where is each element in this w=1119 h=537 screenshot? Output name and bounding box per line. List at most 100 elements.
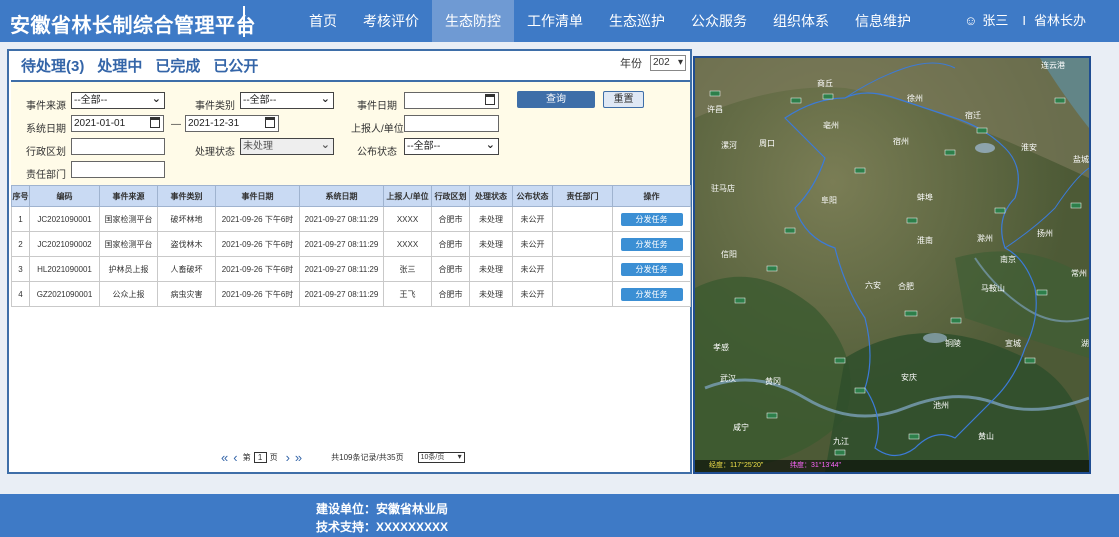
table-cell-action: 分发任务 — [612, 256, 691, 282]
publish-status-select[interactable]: --全部-- ⌄ — [404, 138, 499, 155]
first-page-icon[interactable]: « — [221, 451, 228, 464]
map-city-label: 宿迁 — [965, 110, 981, 120]
user-area[interactable]: ☺ 张三 I 省林长办 — [964, 0, 1086, 42]
table-cell: JC2021090001 — [29, 206, 100, 232]
page-number-input[interactable]: 1 — [253, 452, 267, 463]
table-cell — [552, 206, 613, 232]
pagination: « ‹ 第 1 页 › » 共109条记录/共35页 10条/页 ▾ — [221, 451, 465, 464]
table-cell: 未公开 — [512, 206, 553, 232]
table-cell: 2021-09-27 08:11:29 — [299, 206, 384, 232]
dispatch-task-button[interactable]: 分发任务 — [620, 287, 683, 301]
page-suffix: 页 — [269, 453, 278, 462]
nav-item-eco-control[interactable]: 生态防控 — [432, 0, 514, 42]
event-type-label: 事件类别 — [195, 101, 235, 112]
map-city-label: 咸宁 — [733, 422, 749, 432]
nav-item-eco-patrol[interactable]: 生态巡护 — [596, 0, 678, 42]
table-cell: 3 — [11, 256, 30, 282]
system-date-end-value: 2021-12-31 — [188, 118, 240, 129]
satellite-map[interactable]: 连云港 商丘 徐州 宿迁 淮安 亳州 宿州 周口 许昌 漯河 盐城 蚌埠 驻马店… — [693, 56, 1091, 474]
table-cell: 未处理 — [469, 206, 513, 232]
table-cell: 未处理 — [469, 281, 513, 307]
year-select[interactable]: 202 ▾ — [650, 55, 686, 71]
chevron-down-icon: ⌄ — [151, 93, 161, 105]
map-city-label: 合肥 — [898, 281, 914, 291]
map-city-label: 湖州 — [1081, 339, 1089, 348]
col-header: 编码 — [29, 185, 100, 207]
nav-item-assessment[interactable]: 考核评价 — [350, 0, 432, 42]
table-cell: 未公开 — [512, 281, 553, 307]
region-input[interactable] — [71, 138, 165, 155]
filter-form: 事件来源 --全部-- ⌄ 事件类别 --全部-- ⌄ 事件日期 查询 重置 系统日… — [11, 80, 690, 185]
chevron-down-icon: ⌄ — [485, 139, 495, 151]
system-date-start-input[interactable]: 2021-01-01 — [71, 115, 164, 132]
table-cell-action: 分发任务 — [612, 206, 691, 232]
nav-item-work-list[interactable]: 工作清单 — [514, 0, 596, 42]
map-city-label: 孝感 — [713, 342, 729, 352]
event-source-select[interactable]: --全部-- ⌄ — [71, 92, 165, 109]
table-cell: 病虫灾害 — [157, 281, 216, 307]
reporter-label: 上报人/单位 — [351, 124, 404, 135]
map-city-label: 常州 — [1071, 269, 1087, 278]
calendar-icon[interactable] — [485, 94, 495, 105]
table-cell: 盗伐林木 — [157, 231, 216, 257]
tab-processing[interactable]: 处理中 — [97, 55, 142, 76]
map-city-label: 黄冈 — [765, 376, 781, 386]
col-header: 上报人/单位 — [383, 185, 432, 207]
table-cell-action: 分发任务 — [612, 281, 691, 307]
table-cell: 2 — [11, 231, 30, 257]
region-label: 行政区划 — [26, 147, 66, 158]
dispatch-task-button[interactable]: 分发任务 — [620, 237, 683, 251]
page-size-value: 10条/页 — [420, 454, 445, 461]
col-header: 系统日期 — [299, 185, 384, 207]
table-cell: 破坏林地 — [157, 206, 216, 232]
page-size-select[interactable]: 10条/页 ▾ — [417, 452, 465, 463]
map-city-label: 徐州 — [907, 93, 923, 103]
tab-pending[interactable]: 待处理(3) — [21, 55, 84, 76]
system-date-end-input[interactable]: 2021-12-31 — [185, 115, 279, 132]
table-row[interactable]: 4 GZ2021090001 公众上报 病虫灾害 2021-09-26 下午6时… — [11, 281, 691, 307]
longitude-label: 经度： — [709, 462, 730, 469]
nav-item-public-service[interactable]: 公众服务 — [678, 0, 760, 42]
event-date-input[interactable] — [404, 92, 499, 109]
reporter-input[interactable] — [404, 115, 499, 132]
table-row[interactable]: 3 HL2021090001 护林员上报 人畜破坏 2021-09-26 下午6… — [11, 256, 691, 282]
table-cell: 合肥市 — [431, 206, 470, 232]
event-source-value: --全部-- — [74, 95, 108, 106]
chevron-down-icon: ▾ — [677, 57, 683, 68]
col-header: 行政区划 — [431, 185, 470, 207]
last-page-icon[interactable]: » — [295, 451, 302, 464]
year-label: 年份 — [620, 58, 642, 70]
reset-button[interactable]: 重置 — [603, 91, 644, 108]
query-button[interactable]: 查询 — [517, 91, 595, 108]
process-status-label: 处理状态 — [195, 147, 235, 158]
dispatch-task-button[interactable]: 分发任务 — [620, 262, 683, 276]
next-page-icon[interactable]: › — [286, 451, 290, 464]
tab-published[interactable]: 已公开 — [213, 55, 258, 76]
table-cell: XXXX — [383, 231, 432, 257]
table-row[interactable]: 1 JC2021090001 国家检测平台 破坏林地 2021-09-26 下午… — [11, 206, 691, 232]
table-cell: JC2021090002 — [29, 231, 100, 257]
calendar-icon[interactable] — [150, 117, 160, 128]
table-header-row: 序号 编码 事件来源 事件类别 事件日期 系统日期 上报人/单位 行政区划 处理… — [11, 185, 691, 207]
table-cell: 合肥市 — [431, 231, 470, 257]
dept-input[interactable] — [71, 161, 165, 178]
title-divider — [243, 6, 245, 37]
user-name[interactable]: 张三 — [982, 0, 1008, 42]
nav-item-home[interactable]: 首页 — [296, 0, 350, 42]
map-canvas[interactable]: 连云港 商丘 徐州 宿迁 淮安 亳州 宿州 周口 许昌 漯河 盐城 蚌埠 驻马店… — [695, 58, 1089, 472]
calendar-icon[interactable] — [265, 117, 275, 128]
table-row[interactable]: 2 JC2021090002 国家检测平台 盗伐林木 2021-09-26 下午… — [11, 231, 691, 257]
latitude-readout: 纬度：31°13'44" — [790, 460, 841, 472]
tab-completed[interactable]: 已完成 — [155, 55, 200, 76]
nav-item-org-system[interactable]: 组织体系 — [760, 0, 842, 42]
footer-builder: 建设单位：安徽省林业局 — [316, 502, 449, 516]
table-cell: 2021-09-26 下午6时 — [215, 281, 300, 307]
dispatch-task-button[interactable]: 分发任务 — [620, 212, 683, 226]
process-status-select[interactable]: 未处理 ⌄ — [240, 138, 334, 155]
prev-page-icon[interactable]: ‹ — [233, 451, 237, 464]
event-type-select[interactable]: --全部-- ⌄ — [240, 92, 334, 109]
map-city-label: 周口 — [759, 139, 775, 148]
record-count-info: 共109条记录/共35页 — [331, 453, 404, 462]
col-header: 事件类别 — [157, 185, 216, 207]
nav-item-info-maintenance[interactable]: 信息维护 — [842, 0, 924, 42]
